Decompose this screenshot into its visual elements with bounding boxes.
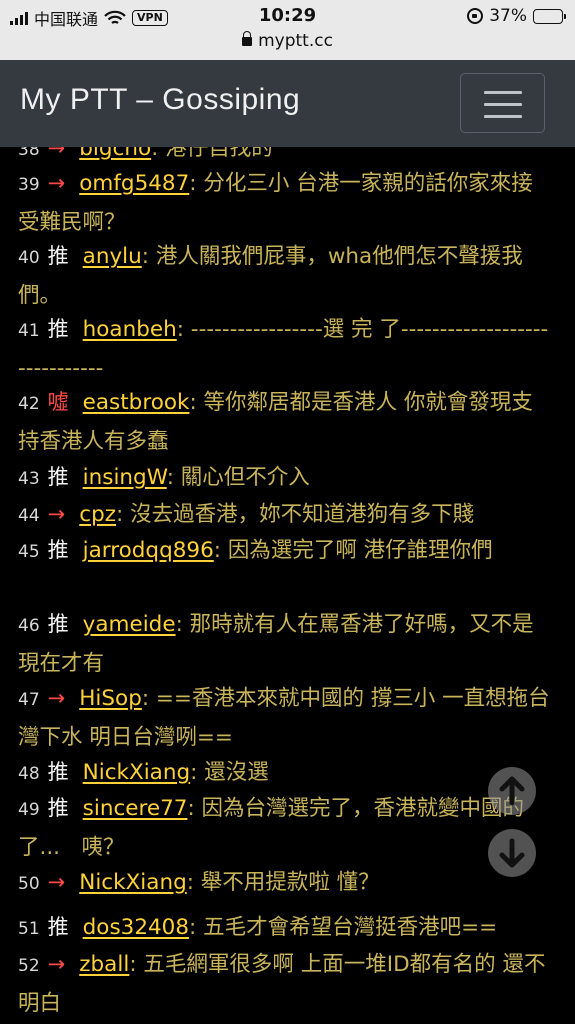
comment-username-link[interactable]: NickXiang <box>79 870 186 895</box>
comment-tag: 推 <box>47 465 69 489</box>
url-bar[interactable]: myptt.cc <box>0 31 575 51</box>
comment-row: 49 推 sincere77: 因為台灣選完了，香港就變中國的了... 咦？ <box>18 790 550 866</box>
comment-number: 44 <box>18 506 40 526</box>
comment-username-link[interactable]: eastbrook <box>83 390 190 415</box>
comment-row: 48 推 NickXiang: 還沒選 <box>18 754 550 793</box>
comment-tag: 推 <box>47 538 69 562</box>
rotation-lock-icon <box>467 8 484 24</box>
scroll-down-icon <box>499 838 525 868</box>
comment-username-link[interactable]: anylu <box>83 244 142 269</box>
comment-number: 49 <box>18 800 40 820</box>
comment-row: 40 推 anylu: 港人關我們屁事，wha他們怎不聲援我們。 <box>18 238 550 314</box>
comment-text: : 還沒選 <box>190 760 269 785</box>
comment-username-link[interactable]: omfg5487 <box>79 171 189 196</box>
scroll-down-button[interactable] <box>488 829 536 877</box>
comment-number: 48 <box>18 764 40 784</box>
comment-username-link[interactable]: insingW <box>83 465 167 490</box>
scroll-up-icon <box>499 776 525 806</box>
comment-tag: 推 <box>47 796 69 820</box>
comment-row: 51 推 dos32408: 五毛才會希望台灣挺香港吧== <box>18 909 550 948</box>
comment-tag: → <box>47 171 66 195</box>
comment-number: 46 <box>18 616 40 636</box>
comment-row: 39 → omfg5487: 分化三小 台港一家親的話你家來接受難民啊？ <box>18 165 550 241</box>
lock-icon <box>242 31 253 46</box>
navbar: My PTT – Gossiping <box>0 60 575 147</box>
comment-number: 51 <box>18 919 40 939</box>
comment-row: 42 噓 eastbrook: 等你鄰居都是香港人 你就會發現支持香港人有多蠢 <box>18 384 550 460</box>
comment-number: 45 <box>18 542 40 562</box>
comment-tag: 推 <box>47 317 69 341</box>
comment-number: 42 <box>18 394 40 414</box>
comment-row: 41 推 hoanbeh: -----------------選 完 了------… <box>18 311 550 387</box>
comment-tag: → <box>47 502 66 526</box>
comment-tag: 推 <box>47 244 69 268</box>
comment-number: 47 <box>18 690 40 710</box>
comment-row: 52 → zball: 五毛網軍很多啊 上面一堆ID都有名的 還不明白 <box>18 946 550 1022</box>
battery-icon <box>533 8 566 24</box>
comment-username-link[interactable]: hoanbeh <box>83 317 177 342</box>
navbar-toggle-button[interactable] <box>460 73 545 133</box>
comment-text: : 舉不用提款啦 懂？ <box>186 870 380 895</box>
comment-username-link[interactable]: yameide <box>83 612 176 637</box>
comment-username-link[interactable]: sincere77 <box>83 796 188 821</box>
comment-username-link[interactable]: cpz <box>79 502 116 527</box>
comment-list: 38 → bigcho: 港仔自找的 39 → omfg5487: 分化三小 台港一家親的… <box>0 132 575 1024</box>
navbar-brand[interactable]: My PTT – Gossiping <box>20 83 300 117</box>
comment-tag: → <box>47 952 66 976</box>
scroll-up-button[interactable] <box>488 767 536 815</box>
comment-tag: 推 <box>47 612 69 636</box>
comment-username-link[interactable]: HiSop <box>79 686 142 711</box>
comment-tag: → <box>47 870 66 894</box>
comment-row: 44 → cpz: 沒去過香港，妳不知道港狗有多下賤 <box>18 496 550 535</box>
comment-row: 50 → NickXiang: 舉不用提款啦 懂？ <box>18 864 550 903</box>
comment-row: 43 推 insingW: 關心但不介入 <box>18 459 550 498</box>
comment-username-link[interactable]: zball <box>79 952 129 977</box>
comment-username-link[interactable]: jarrodqq896 <box>83 538 214 563</box>
comment-number: 50 <box>18 874 40 894</box>
comment-text: : 沒去過香港，妳不知道港狗有多下賤 <box>116 502 475 527</box>
comment-tag: 推 <box>47 915 69 939</box>
url-text: myptt.cc <box>258 31 333 51</box>
comment-row: 45 推 jarrodqq896: 因為選完了啊 港仔誰理你們 <box>18 532 550 571</box>
comment-number: 40 <box>18 248 40 268</box>
comment-text: : 關心但不介入 <box>166 465 310 490</box>
comment-text: : 五毛才會希望台灣挺香港吧== <box>189 915 498 940</box>
comment-number: 39 <box>18 175 40 195</box>
comment-text: : 因為選完了啊 港仔誰理你們 <box>213 538 493 563</box>
comment-tag: → <box>47 686 66 710</box>
comment-number: 52 <box>18 956 40 976</box>
comment-number: 41 <box>18 321 40 341</box>
comment-username-link[interactable]: dos32408 <box>83 915 189 940</box>
comment-tag: 推 <box>47 760 69 784</box>
battery-percent: 37% <box>489 6 527 26</box>
status-right: 37% <box>467 6 566 26</box>
comment-tag: 噓 <box>47 390 69 414</box>
status-bar: 中国联通 VPN 10:29 myptt.cc 37% <box>0 0 575 60</box>
comment-username-link[interactable]: NickXiang <box>83 760 190 785</box>
comment-row: 46 推 yameide: 那時就有人在罵香港了好嗎，又不是現在才有 <box>18 606 550 682</box>
comment-number: 43 <box>18 469 40 489</box>
comment-row: 47 → HiSop: ==香港本來就中國的 撐三小 一直想拖台灣下水 明日台灣咧=… <box>18 680 550 756</box>
